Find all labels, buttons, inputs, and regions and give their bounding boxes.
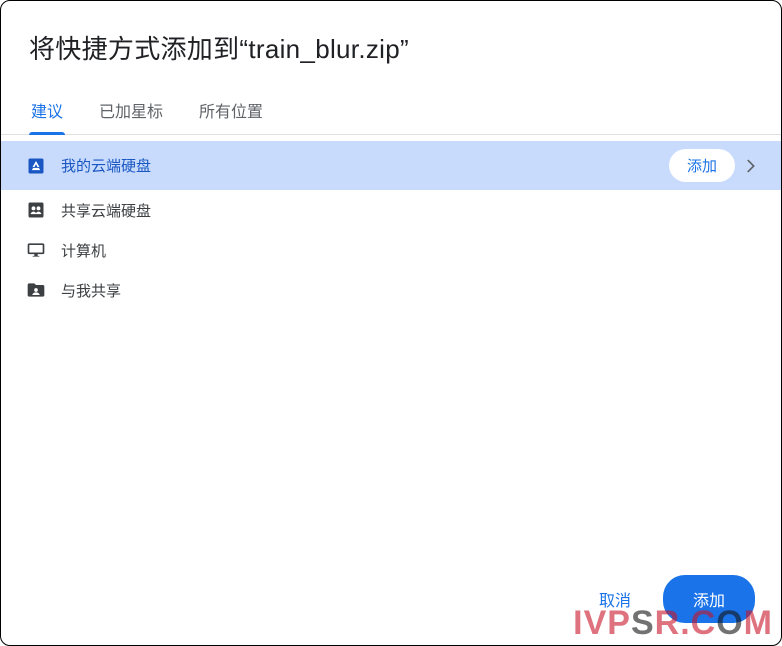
location-label: 我的云端硬盘 (61, 155, 669, 176)
location-my-drive[interactable]: 我的云端硬盘 添加 (1, 141, 781, 190)
shared-with-me-icon (25, 279, 47, 301)
tab-starred[interactable]: 已加星标 (97, 88, 165, 134)
dialog-title: 将快捷方式添加到“train_blur.zip” (29, 29, 753, 66)
drive-icon (25, 155, 47, 177)
dialog-footer: 取消 添加 (1, 559, 781, 645)
confirm-button[interactable]: 添加 (663, 575, 755, 623)
add-pill-button[interactable]: 添加 (669, 149, 735, 182)
computer-icon (25, 239, 47, 261)
location-shared-drives[interactable]: 共享云端硬盘 (1, 190, 781, 230)
tab-all-locations[interactable]: 所有位置 (197, 88, 265, 134)
dialog-header: 将快捷方式添加到“train_blur.zip” (1, 1, 781, 66)
location-label: 与我共享 (61, 280, 761, 301)
chevron-right-icon[interactable] (739, 155, 761, 177)
tabs-bar: 建议 已加星标 所有位置 (1, 88, 781, 135)
location-shared-with-me[interactable]: 与我共享 (1, 270, 781, 310)
location-label: 计算机 (61, 240, 761, 261)
shared-drive-icon (25, 199, 47, 221)
location-list: 我的云端硬盘 添加 共享云端硬盘 计算机 与我共享 (1, 135, 781, 559)
location-label: 共享云端硬盘 (61, 200, 761, 221)
shortcut-dialog: 将快捷方式添加到“train_blur.zip” 建议 已加星标 所有位置 我的… (0, 0, 782, 646)
location-computers[interactable]: 计算机 (1, 230, 781, 270)
tab-suggested[interactable]: 建议 (29, 88, 65, 134)
cancel-button[interactable]: 取消 (589, 579, 641, 619)
